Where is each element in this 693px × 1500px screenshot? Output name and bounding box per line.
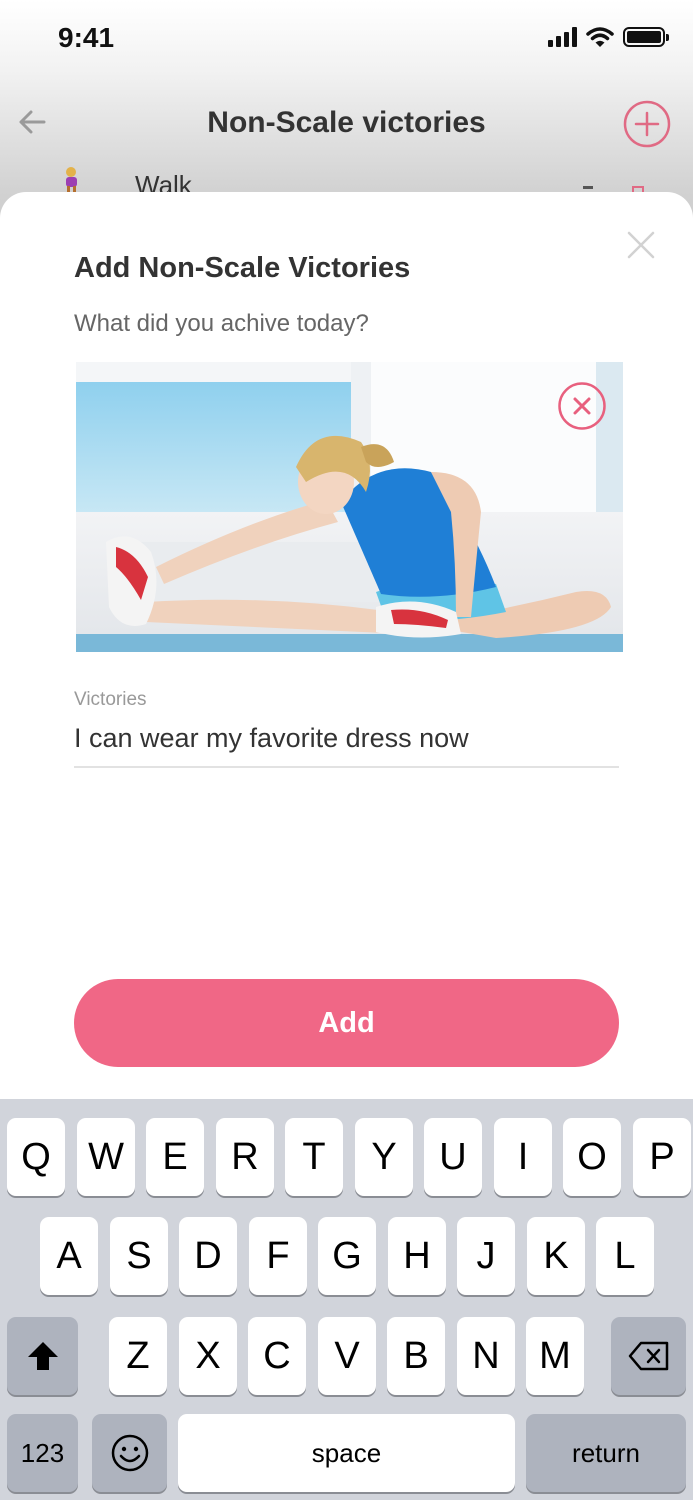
victories-field-label: Victories <box>74 689 147 710</box>
battery-icon <box>623 27 669 47</box>
key-c[interactable]: C <box>248 1317 306 1395</box>
key-l[interactable]: L <box>596 1217 654 1295</box>
key-k[interactable]: K <box>527 1217 585 1295</box>
status-icons <box>548 26 669 48</box>
key-s[interactable]: S <box>110 1217 168 1295</box>
add-circle-icon[interactable] <box>623 100 671 148</box>
key-i[interactable]: I <box>494 1118 552 1196</box>
key-b[interactable]: B <box>387 1317 445 1395</box>
key-g[interactable]: G <box>318 1217 376 1295</box>
sheet-subtitle: What did you achive today? <box>74 310 369 337</box>
wifi-icon <box>586 27 614 47</box>
space-key[interactable]: space <box>178 1414 515 1492</box>
shift-key[interactable] <box>7 1317 78 1395</box>
key-e[interactable]: E <box>146 1118 204 1196</box>
key-y[interactable]: Y <box>355 1118 413 1196</box>
input-underline <box>74 766 619 768</box>
key-q[interactable]: Q <box>7 1118 65 1196</box>
key-v[interactable]: V <box>318 1317 376 1395</box>
status-time: 9:41 <box>58 22 115 53</box>
numbers-key[interactable]: 123 <box>7 1414 78 1492</box>
key-o[interactable]: O <box>563 1118 621 1196</box>
backspace-icon <box>628 1341 668 1371</box>
victories-input[interactable]: I can wear my favorite dress now <box>74 723 469 754</box>
add-button[interactable]: Add <box>74 979 619 1067</box>
key-j[interactable]: J <box>457 1217 515 1295</box>
victory-photo <box>76 362 623 652</box>
remove-photo-icon[interactable] <box>557 381 607 431</box>
key-n[interactable]: N <box>457 1317 515 1395</box>
key-z[interactable]: Z <box>109 1317 167 1395</box>
key-a[interactable]: A <box>40 1217 98 1295</box>
key-x[interactable]: X <box>179 1317 237 1395</box>
emoji-icon <box>111 1434 148 1472</box>
cellular-signal-icon <box>548 27 577 47</box>
key-r[interactable]: R <box>216 1118 274 1196</box>
status-bar: 9:41 <box>0 0 693 80</box>
keyboard: 123 space return QWERTYUIOP ASDFGHJKL ZXCV… <box>0 1099 693 1500</box>
add-victory-sheet: Add Non-Scale Victories What did you ach… <box>0 192 693 1112</box>
key-p[interactable]: P <box>633 1118 691 1196</box>
key-t[interactable]: T <box>285 1118 343 1196</box>
key-u[interactable]: U <box>424 1118 482 1196</box>
key-h[interactable]: H <box>388 1217 446 1295</box>
emoji-key[interactable] <box>92 1414 167 1492</box>
delete-key[interactable] <box>611 1317 686 1395</box>
shift-icon <box>27 1342 58 1370</box>
return-key[interactable]: return <box>526 1414 686 1492</box>
key-f[interactable]: F <box>249 1217 307 1295</box>
page-title: Non-Scale victories <box>207 106 486 139</box>
key-d[interactable]: D <box>179 1217 237 1295</box>
sheet-title: Add Non-Scale Victories <box>74 252 411 284</box>
key-m[interactable]: M <box>526 1317 584 1395</box>
key-w[interactable]: W <box>77 1118 135 1196</box>
close-icon[interactable] <box>626 230 656 260</box>
